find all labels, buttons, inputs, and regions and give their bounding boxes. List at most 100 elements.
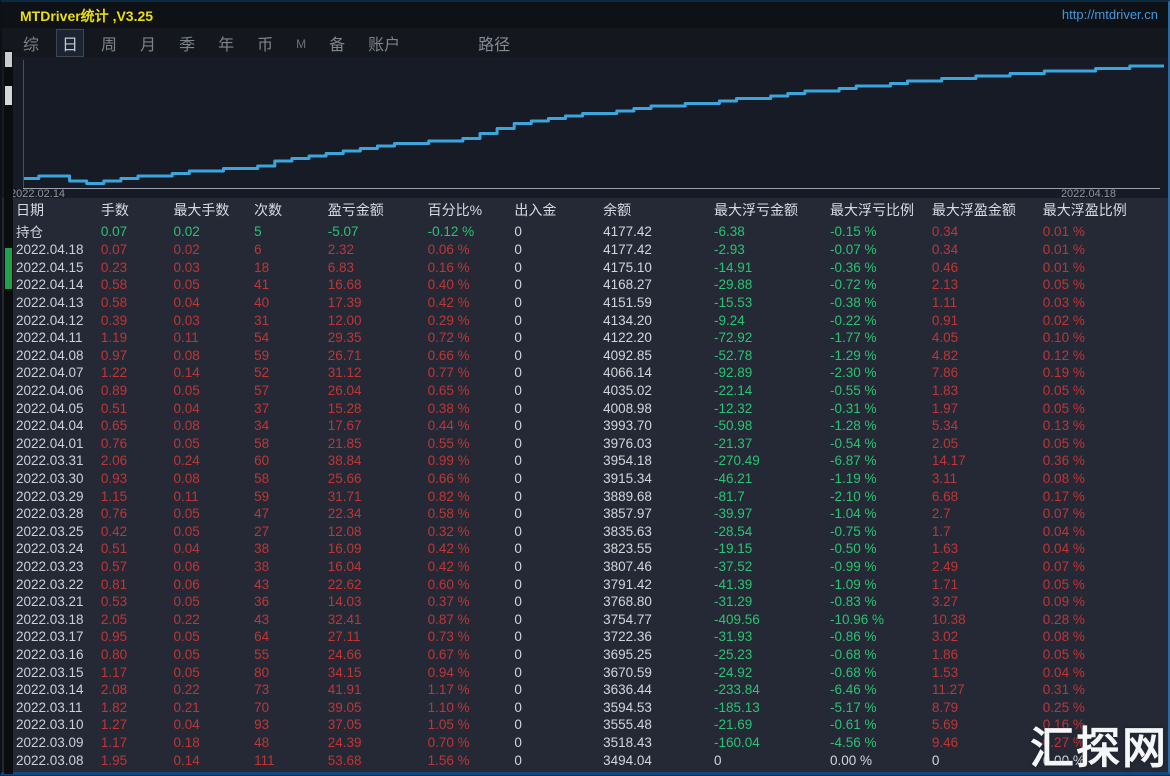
menu-item-quarterly[interactable]: 季	[174, 30, 200, 56]
table-row[interactable]: 2022.03.240.510.043816.090.42 %03823.55-…	[4, 540, 1166, 558]
table-row[interactable]: 2022.03.170.950.056427.110.73 %03722.36-…	[4, 628, 1166, 646]
website-link[interactable]: http://mtdriver.cn	[1062, 7, 1158, 22]
table-row[interactable]: 2022.03.220.810.064322.620.60 %03791.42-…	[4, 575, 1166, 593]
table-cell: -52.78	[714, 347, 830, 365]
menu-item-yearly[interactable]: 年	[213, 30, 239, 56]
table-cell: -0.22 %	[830, 311, 932, 329]
table-row[interactable]: 2022.03.300.930.085825.660.66 %03915.34-…	[4, 470, 1166, 488]
table-row[interactable]: 2022.04.120.390.033112.000.29 %04134.20-…	[4, 311, 1166, 329]
watermark: 汇探网	[1030, 712, 1168, 776]
table-row[interactable]: 2022.04.111.190.115429.350.72 %04122.20-…	[4, 329, 1166, 347]
table-cell: -0.54 %	[830, 435, 932, 453]
table-cell: 2022.03.28	[4, 505, 101, 523]
table-cell: 24.66	[328, 646, 428, 664]
menu-item-m[interactable]: M	[291, 34, 311, 52]
table-cell: 17.39	[328, 294, 428, 312]
table-cell: 1.22	[101, 364, 174, 382]
table-row[interactable]: 2022.03.182.050.224332.410.87 %03754.77-…	[4, 610, 1166, 628]
menu-item-monthly[interactable]: 月	[135, 30, 161, 56]
table-cell: 0	[932, 751, 1043, 769]
menu-item-weekly[interactable]: 周	[96, 30, 122, 56]
table-cell: 4151.59	[603, 294, 714, 312]
table-cell: -0.72 %	[830, 276, 932, 294]
table-cell: 0.05	[173, 382, 254, 400]
table-cell: 4134.20	[603, 311, 714, 329]
table-cell: -31.93	[714, 628, 830, 646]
table-cell: 3823.55	[603, 540, 714, 558]
table-cell: 0.06	[173, 575, 254, 593]
menu-item-currency[interactable]: 币	[252, 30, 278, 56]
table-row[interactable]: 2022.03.151.170.058034.150.94 %03670.59-…	[4, 663, 1166, 681]
table-cell: 0.05	[173, 593, 254, 611]
table-cell: 2.13	[932, 276, 1043, 294]
table-cell: 2022.03.23	[4, 558, 101, 576]
table-cell: -92.89	[714, 364, 830, 382]
table-cell: 3555.48	[603, 716, 714, 734]
column-header: 次数	[254, 198, 328, 221]
table-row-holding[interactable]: 持仓0.070.025-5.07-0.12 %04177.42-6.38-0.1…	[4, 221, 1166, 241]
table-row[interactable]: 2022.03.291.150.115931.710.82 %03889.68-…	[4, 487, 1166, 505]
table-cell: 4168.27	[603, 276, 714, 294]
table-cell: 2022.03.10	[4, 716, 101, 734]
table-cell: 0.44 %	[428, 417, 515, 435]
menu-item-path[interactable]: 路径	[478, 31, 510, 55]
table-row[interactable]: 2022.03.101.270.049337.051.05 %03555.48-…	[4, 716, 1166, 734]
table-row[interactable]: 2022.04.150.230.03186.830.16 %04175.10-1…	[4, 259, 1166, 277]
table-cell: -14.91	[714, 259, 830, 277]
table-cell: 0.58	[101, 276, 174, 294]
table-cell: -5.17 %	[830, 698, 932, 716]
table-cell: 2022.03.14	[4, 681, 101, 699]
table-cell: 2022.03.31	[4, 452, 101, 470]
menu-item-account[interactable]: 账户	[363, 30, 405, 56]
scrollbar-thumb[interactable]	[5, 86, 12, 105]
table-row[interactable]: 2022.03.312.060.246038.840.99 %03954.18-…	[4, 452, 1166, 470]
menu-item-summary[interactable]: 综	[18, 30, 44, 56]
table-cell: -6.38	[714, 221, 830, 241]
table-row[interactable]: 2022.04.140.580.054116.680.40 %04168.27-…	[4, 276, 1166, 294]
column-header: 最大浮亏比例	[830, 198, 932, 221]
table-cell: -0.99 %	[830, 558, 932, 576]
table-cell: 0.17 %	[1043, 487, 1166, 505]
table-cell: 4.05	[932, 329, 1043, 347]
table-cell: 0	[514, 681, 603, 699]
table-cell: 43	[254, 575, 328, 593]
table-row[interactable]: 2022.03.280.760.054722.340.58 %03857.97-…	[4, 505, 1166, 523]
table-row[interactable]: 2022.03.160.800.055524.660.67 %03695.25-…	[4, 646, 1166, 664]
menu-item-daily[interactable]: 日	[57, 30, 83, 56]
table-cell: 27.11	[328, 628, 428, 646]
table-cell: 31	[254, 311, 328, 329]
table-row[interactable]: 2022.04.071.220.145231.120.77 %04066.14-…	[4, 364, 1166, 382]
table-cell: 0.57	[101, 558, 174, 576]
table-cell: 2022.03.09	[4, 734, 101, 752]
table-row[interactable]: 2022.03.250.420.052712.080.32 %03835.63-…	[4, 523, 1166, 541]
table-row[interactable]: 2022.04.050.510.043715.280.38 %04008.98-…	[4, 399, 1166, 417]
table-cell: 0.77 %	[428, 364, 515, 382]
table-cell: 52	[254, 364, 328, 382]
table-row[interactable]: 2022.03.230.570.063816.040.42 %03807.46-…	[4, 558, 1166, 576]
table-row[interactable]: 2022.03.091.170.184824.390.70 %03518.43-…	[4, 734, 1166, 752]
table-cell: 3889.68	[603, 487, 714, 505]
table-cell: 3494.04	[603, 751, 714, 769]
table-row[interactable]: 2022.04.040.650.083417.670.44 %03993.70-…	[4, 417, 1166, 435]
table-cell: 2022.03.15	[4, 663, 101, 681]
table-row[interactable]: 2022.04.010.760.055821.850.55 %03976.03-…	[4, 435, 1166, 453]
table-cell: 0.34	[932, 221, 1043, 241]
table-cell: -1.29 %	[830, 347, 932, 365]
table-cell: 0.07	[101, 221, 174, 241]
table-row[interactable]: 2022.04.130.580.044017.390.42 %04151.59-…	[4, 294, 1166, 312]
table-row[interactable]: 2022.03.081.950.1411153.681.56 %03494.04…	[4, 751, 1166, 769]
table-cell: 0.04 %	[1043, 663, 1166, 681]
table-cell: -28.54	[714, 523, 830, 541]
table-row[interactable]: 2022.03.210.530.053614.030.37 %03768.80-…	[4, 593, 1166, 611]
table-row[interactable]: 2022.03.142.080.227341.911.17 %03636.44-…	[4, 681, 1166, 699]
table-cell: -2.93	[714, 241, 830, 259]
table-row[interactable]: 2022.04.080.970.085926.710.66 %04092.85-…	[4, 347, 1166, 365]
menu-item-backup[interactable]: 备	[324, 30, 350, 56]
table-row[interactable]: 2022.03.111.820.217039.051.10 %03594.53-…	[4, 698, 1166, 716]
table-row[interactable]: 2022.04.180.070.0262.320.06 %04177.42-2.…	[4, 241, 1166, 259]
left-scrollbar[interactable]	[4, 50, 13, 774]
table-cell: 2022.03.24	[4, 540, 101, 558]
table-row[interactable]: 2022.04.060.890.055726.040.65 %04035.02-…	[4, 382, 1166, 400]
table-cell: 2022.04.14	[4, 276, 101, 294]
table-cell: 0	[514, 593, 603, 611]
